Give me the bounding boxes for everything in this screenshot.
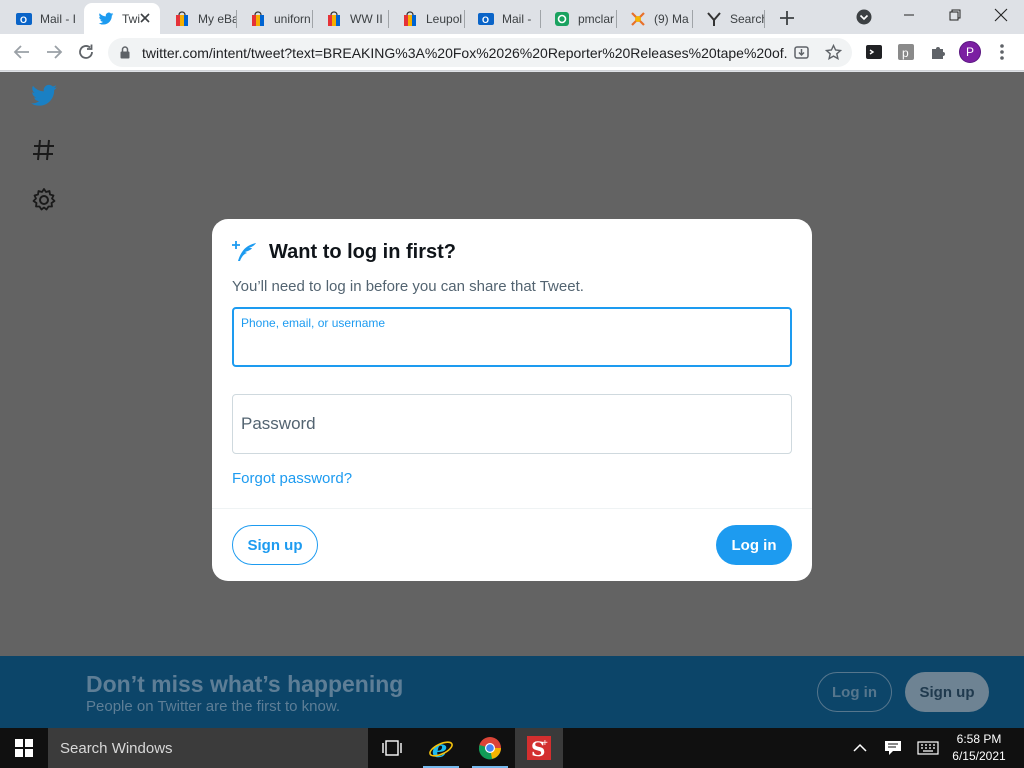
tab-ebay-3[interactable]: WW II: [312, 3, 388, 34]
tab-title: WW II: [350, 11, 383, 26]
p-extension-icon[interactable]: p: [897, 43, 915, 61]
task-view-icon[interactable]: [368, 728, 416, 768]
tab-title: Mail - I: [40, 11, 76, 26]
minimize-button[interactable]: [886, 0, 932, 30]
twitter-logo-icon[interactable]: [30, 82, 58, 110]
address-bar[interactable]: twitter.com/intent/tweet?text=BREAKING%3…: [108, 38, 852, 67]
username-label: Phone, email, or username: [241, 316, 386, 330]
svg-text:O: O: [20, 15, 27, 25]
kebab-menu-icon[interactable]: [994, 43, 1010, 61]
new-tab-button[interactable]: [776, 7, 798, 29]
page-overlay: Want to log in first? You’ll need to log…: [0, 72, 1024, 656]
bottom-bar-heading: Don’t miss what’s happening: [86, 671, 404, 697]
browser-toolbar: twitter.com/intent/tweet?text=BREAKING%3…: [0, 34, 1024, 71]
tab-title: Mail -: [502, 11, 532, 26]
tab-ebay-4[interactable]: Leupol: [388, 3, 464, 34]
tab-title: uniforn: [274, 11, 311, 26]
tab-separator: [764, 10, 765, 28]
screencast-extension-icon[interactable]: [865, 43, 883, 61]
restore-button[interactable]: [932, 0, 978, 30]
ebay-icon: [326, 10, 342, 27]
bottom-signup-button[interactable]: Sign up: [905, 672, 989, 712]
tab-title: Search: [730, 11, 764, 26]
clock-time: 6:58 PM: [956, 732, 1002, 746]
internet-explorer-icon[interactable]: e: [417, 728, 465, 768]
signup-button[interactable]: Sign up: [232, 525, 318, 565]
password-field[interactable]: Password: [232, 394, 792, 454]
signup-prompt-bar: Don’t miss what’s happening People on Tw…: [0, 656, 1024, 728]
tab-search-chevron-icon[interactable]: [856, 9, 872, 25]
tab-pmclar[interactable]: pmclar: [540, 3, 616, 34]
tab-title: (9) Ma: [654, 11, 689, 26]
svg-text:O: O: [482, 15, 489, 25]
extensions-puzzle-icon[interactable]: [929, 43, 947, 61]
twitter-icon: [98, 11, 114, 27]
notification-message-icon[interactable]: [884, 740, 902, 756]
close-window-button[interactable]: [978, 0, 1024, 30]
login-button[interactable]: Log in: [716, 525, 792, 565]
windows-search-box[interactable]: Search Windows: [48, 728, 368, 768]
green-app-icon: [554, 11, 570, 27]
tab-twitter[interactable]: Twi: [84, 3, 160, 34]
modal-subtitle: You’ll need to log in before you can sha…: [232, 278, 584, 295]
modal-divider: [212, 508, 812, 509]
settings-gear-icon[interactable]: [30, 186, 58, 214]
reload-icon[interactable]: [76, 42, 96, 62]
ebay-icon: [250, 10, 266, 27]
outlook-icon: O: [478, 11, 494, 27]
close-icon[interactable]: [138, 11, 152, 25]
clock-date: 6/15/2021: [952, 749, 1006, 763]
login-modal: Want to log in first? You’ll need to log…: [212, 219, 812, 581]
profile-avatar[interactable]: P: [959, 41, 981, 63]
bottom-login-button[interactable]: Log in: [817, 672, 892, 712]
back-arrow-icon[interactable]: [12, 42, 32, 62]
show-hidden-icons-chevron-icon[interactable]: [851, 740, 869, 756]
windows-search-text: Search Windows: [60, 740, 173, 757]
browser-tab-strip: O Mail - I Twi My eBa uniforn WW II Leup…: [0, 0, 1024, 34]
ebay-icon: [174, 10, 190, 27]
username-field[interactable]: Phone, email, or username: [232, 307, 792, 367]
bookmark-star-icon[interactable]: [824, 43, 843, 61]
lock-icon[interactable]: [119, 46, 131, 59]
tab-title: My eBa: [198, 11, 236, 26]
app-s-plus-icon[interactable]: S +: [515, 728, 563, 768]
install-app-icon[interactable]: [793, 44, 810, 61]
orange-app-icon: [630, 11, 646, 27]
tab-ebay-2[interactable]: uniforn: [236, 3, 312, 34]
tab-mail-2[interactable]: O Mail -: [464, 3, 540, 34]
svg-text:+: +: [542, 738, 548, 749]
tab-ebay-1[interactable]: My eBa: [160, 3, 236, 34]
ebay-icon: [402, 10, 418, 27]
tab-messages[interactable]: (9) Ma: [616, 3, 692, 34]
chrome-icon[interactable]: [466, 728, 514, 768]
tab-search[interactable]: Search: [692, 3, 764, 34]
tab-mail-1[interactable]: O Mail - I: [2, 3, 84, 34]
url-text[interactable]: twitter.com/intent/tweet?text=BREAKING%3…: [142, 45, 788, 61]
outlook-icon: O: [16, 11, 32, 27]
keyboard-icon[interactable]: [917, 740, 939, 756]
yahoo-icon: [706, 11, 722, 27]
forgot-password-link[interactable]: Forgot password?: [232, 470, 352, 487]
taskbar-clock[interactable]: 6:58 PM 6/15/2021: [948, 731, 1010, 765]
tab-title: Leupol: [426, 11, 463, 26]
forward-arrow-icon[interactable]: [44, 42, 64, 62]
password-label: Password: [241, 414, 316, 433]
compose-feather-icon: [232, 239, 258, 265]
tab-title: pmclar: [578, 11, 615, 26]
modal-title: Want to log in first?: [269, 241, 457, 263]
svg-text:p: p: [902, 46, 909, 60]
windows-start-icon[interactable]: [0, 728, 48, 768]
windows-taskbar: Search Windows e S + 6:58 PM 6/15/2021: [0, 728, 1024, 768]
bottom-bar-subtext: People on Twitter are the first to know.: [86, 698, 341, 715]
hashtag-explore-icon[interactable]: [30, 136, 58, 164]
